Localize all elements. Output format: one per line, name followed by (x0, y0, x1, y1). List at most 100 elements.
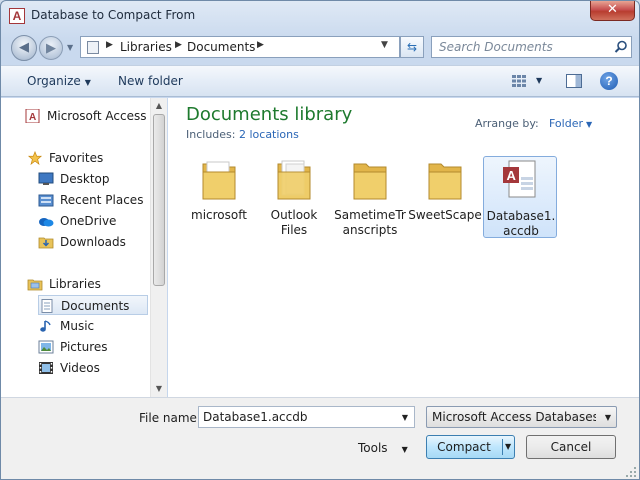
close-button[interactable]: ✕ (590, 1, 635, 21)
location-icon (87, 41, 99, 54)
library-includes: Includes: 2 locations (186, 128, 299, 141)
file-item-sweetscape[interactable]: SweetScape (408, 156, 482, 238)
search-input[interactable]: Search Documents (431, 36, 632, 58)
file-name: SametimeTranscripts (334, 208, 406, 237)
file-item-database1[interactable]: A Database1.accdb (483, 156, 557, 238)
scroll-up-icon[interactable]: ▲ (151, 98, 167, 114)
includes-label: Includes: (186, 128, 236, 141)
breadcrumb-separator-icon[interactable]: ▶ (175, 40, 182, 50)
cancel-label: Cancel (550, 440, 592, 454)
recent-pages-dropdown[interactable]: ▼ (67, 43, 73, 52)
breadcrumb-separator-icon[interactable]: ▶ (106, 40, 113, 50)
cancel-button[interactable]: Cancel (526, 435, 616, 459)
compact-label: Compact (437, 440, 491, 454)
sidebar-item-label: Favorites (49, 151, 104, 165)
star-icon (27, 151, 43, 165)
sidebar-item-label: Libraries (49, 277, 101, 291)
new-folder-button[interactable]: New folder (118, 74, 183, 88)
locations-link[interactable]: 2 locations (239, 128, 299, 141)
chevron-down-icon: ▼ (604, 413, 611, 422)
chevron-down-icon[interactable]: ▼ (505, 442, 511, 451)
file-name-value: Database1.accdb (203, 410, 308, 424)
libraries-icon (27, 279, 43, 291)
documents-icon (41, 299, 53, 313)
sidebar-item-label: Microsoft Access (47, 109, 147, 123)
sidebar-item-microsoft-access[interactable]: A Microsoft Access (25, 106, 149, 126)
navigation-pane: A Microsoft Access Favorites Desktop Rec… (1, 98, 167, 397)
sidebar-item-recent-places[interactable]: Recent Places (38, 190, 148, 210)
window-title: Database to Compact From (31, 8, 196, 22)
downloads-icon (38, 237, 54, 249)
sidebar-item-desktop[interactable]: Desktop (38, 169, 148, 189)
file-name: SweetScape (408, 208, 482, 222)
arrange-by-value: Folder (549, 117, 583, 130)
recent-places-icon (38, 194, 54, 207)
search-icon[interactable] (614, 40, 628, 54)
access-icon: A (25, 109, 40, 123)
sidebar-item-documents[interactable]: Documents (38, 295, 148, 315)
cloud-icon (39, 218, 54, 227)
sidebar-item-music[interactable]: Music (38, 316, 148, 336)
sidebar-item-label: Recent Places (60, 193, 144, 207)
command-bar: Organize ▼ New folder ▼ ? (1, 65, 639, 97)
address-history-dropdown[interactable]: ▼ (381, 40, 388, 50)
file-type-value: Microsoft Access Databases (*.r (432, 410, 596, 424)
breadcrumb-libraries[interactable]: Libraries (120, 40, 172, 54)
change-view-icon[interactable] (511, 74, 527, 88)
navigation-scrollbar[interactable]: ▲ ▼ (150, 98, 167, 397)
organize-label: Organize (27, 74, 81, 88)
file-type-select[interactable]: Microsoft Access Databases (*.r ▼ (426, 406, 617, 428)
file-name-label: File name: (139, 411, 201, 425)
refresh-button[interactable]: ⇆ (400, 36, 424, 58)
organize-button[interactable]: Organize ▼ (27, 74, 91, 88)
file-name-input[interactable]: Database1.accdb ▼ (198, 406, 415, 428)
file-name: Outlook Files (270, 208, 318, 237)
sidebar-item-downloads[interactable]: Downloads (38, 232, 148, 252)
folder-icon (202, 161, 236, 200)
folder-icon (428, 163, 462, 200)
chevron-down-icon: ▼ (401, 445, 408, 454)
sidebar-item-favorites[interactable]: Favorites (27, 148, 151, 168)
scroll-down-icon[interactable]: ▼ (151, 381, 167, 397)
tools-label: Tools (358, 441, 388, 455)
back-button[interactable]: ◀ (11, 35, 37, 61)
tools-button[interactable]: Tools ▼ (358, 441, 408, 455)
scrollbar-thumb[interactable] (153, 114, 165, 286)
sidebar-item-label: OneDrive (60, 214, 117, 228)
sidebar-item-label: Music (60, 319, 95, 333)
sidebar-item-label: Videos (60, 361, 100, 375)
title-bar[interactable]: A Database to Compact From ✕ (1, 1, 639, 31)
sidebar-item-libraries[interactable]: Libraries (27, 274, 151, 294)
sidebar-item-pictures[interactable]: Pictures (38, 337, 148, 357)
sidebar-item-label: Pictures (60, 340, 108, 354)
sidebar-item-videos[interactable]: Videos (38, 358, 148, 378)
chevron-down-icon: ▼ (586, 120, 593, 129)
back-arrow-icon: ◀ (19, 40, 29, 55)
library-title: Documents library (186, 104, 353, 125)
file-item-sametime-transcripts[interactable]: SametimeTranscripts (333, 156, 407, 238)
view-options-dropdown[interactable]: ▼ (536, 76, 542, 85)
file-item-microsoft[interactable]: microsoft (182, 156, 256, 238)
videos-icon (39, 362, 53, 374)
sidebar-item-onedrive[interactable]: OneDrive (38, 211, 148, 231)
address-bar[interactable]: ▶ Libraries ▶ Documents ▶ ▼ (80, 36, 400, 58)
svg-text:A: A (29, 112, 36, 123)
chevron-down-icon[interactable]: ▼ (402, 413, 408, 422)
breadcrumb-documents[interactable]: Documents (187, 40, 255, 54)
chevron-down-icon: ▼ (84, 78, 91, 87)
sidebar-item-label: Desktop (60, 172, 110, 186)
breadcrumb-separator-icon[interactable]: ▶ (257, 40, 264, 50)
compact-button[interactable]: Compact ▼ (426, 435, 515, 459)
file-item-outlook-files[interactable]: Outlook Files (257, 156, 331, 238)
preview-pane-icon[interactable] (566, 74, 582, 88)
desktop-icon (38, 172, 54, 185)
music-icon (40, 320, 51, 332)
arrange-by-dropdown[interactable]: Folder ▼ (549, 117, 592, 130)
resize-grip-icon[interactable] (625, 466, 637, 478)
pictures-icon (38, 340, 54, 354)
split-divider (502, 439, 503, 455)
help-icon[interactable]: ? (600, 72, 618, 90)
sidebar-item-label: Downloads (60, 235, 126, 249)
forward-button[interactable]: ▶ (39, 36, 63, 60)
refresh-icon: ⇆ (406, 40, 418, 54)
